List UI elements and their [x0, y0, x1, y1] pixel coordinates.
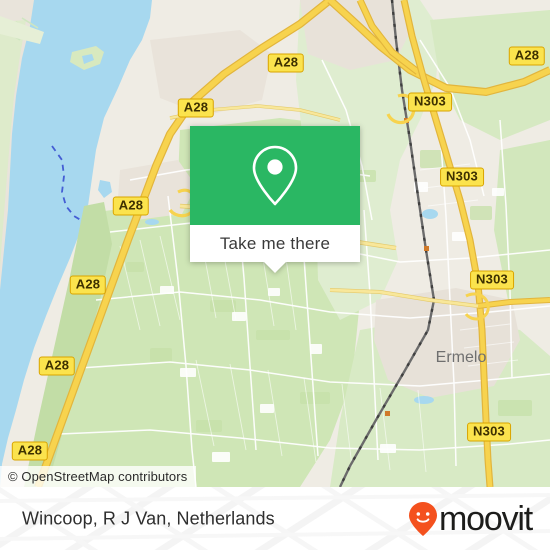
road-shield-n303: N303: [408, 92, 452, 112]
moovit-wordmark: moovit: [439, 499, 533, 538]
road-shield-a28: A28: [112, 196, 150, 216]
road-shield-a28: A28: [38, 356, 76, 376]
osm-attribution-text: © OpenStreetMap contributors: [8, 469, 188, 484]
road-shield-a28: A28: [177, 98, 215, 118]
callout-action-area[interactable]: Take me there: [190, 225, 360, 262]
callout-pointer: [264, 262, 286, 273]
moovit-map-page: Ermelo A28 A28 A28 A28 A28 A28 A28 N303 N303 N303…: [0, 0, 550, 550]
road-shield-a28: A28: [11, 441, 49, 461]
callout-image-area: [190, 126, 360, 225]
destination-callout-card[interactable]: Take me there: [190, 126, 360, 273]
road-shield-n303: N303: [440, 167, 484, 187]
road-shield-a28: A28: [267, 53, 305, 73]
road-shield-a28: A28: [69, 275, 107, 295]
location-title: Wincoop, R J Van, Netherlands: [22, 508, 275, 528]
road-shield-a28: A28: [508, 46, 546, 66]
osm-attribution[interactable]: © OpenStreetMap contributors: [0, 466, 197, 487]
take-me-there-label: Take me there: [219, 233, 331, 253]
map-pin-icon: [252, 145, 298, 205]
moovit-pin-smile-icon: [409, 501, 438, 536]
road-shield-n303: N303: [467, 422, 511, 442]
road-shield-n303: N303: [470, 270, 514, 290]
footer-bar: Wincoop, R J Van, Netherlands moovit: [0, 487, 550, 550]
moovit-brand[interactable]: moovit: [408, 499, 533, 538]
